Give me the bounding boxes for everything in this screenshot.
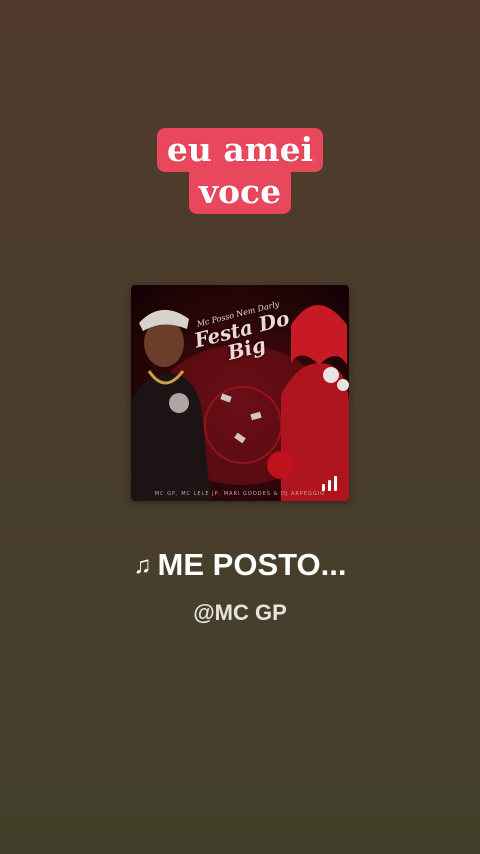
- sticker-line-1: eu amei: [156, 128, 324, 172]
- sticker-line-2: voce: [188, 170, 292, 214]
- album-cover[interactable]: Mc Posso Nem Darly Festa Do Big MC GP, M…: [131, 285, 349, 501]
- equalizer-bars-icon: [322, 476, 337, 491]
- song-title-text: ME POSTO...: [157, 547, 347, 582]
- artist-handle[interactable]: @MC GP: [0, 598, 480, 628]
- album-cover-credits: MC GP, MC LELE JP, MARI GOODES & DJ ARPE…: [154, 491, 326, 497]
- song-title[interactable]: ♫ ME POSTO...: [0, 543, 480, 588]
- music-note-icon: ♫: [133, 552, 152, 579]
- text-sticker[interactable]: eu amei voce: [0, 128, 480, 214]
